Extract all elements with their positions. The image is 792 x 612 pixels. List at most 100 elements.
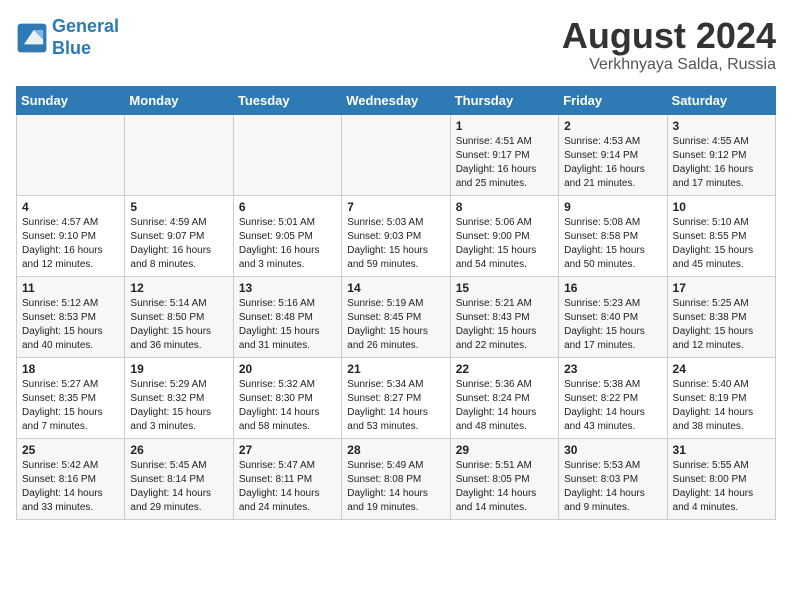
day-header-thursday: Thursday	[450, 86, 558, 114]
day-number: 4	[22, 200, 119, 214]
day-number: 23	[564, 362, 661, 376]
day-content: Sunrise: 5:42 AM Sunset: 8:16 PM Dayligh…	[22, 459, 119, 515]
day-number: 6	[239, 200, 336, 214]
calendar-cell: 7 Sunrise: 5:03 AM Sunset: 9:03 PM Daylig…	[342, 195, 450, 276]
day-content: Sunrise: 5:25 AM Sunset: 8:38 PM Dayligh…	[673, 297, 770, 353]
day-content: Sunrise: 5:49 AM Sunset: 8:08 PM Dayligh…	[347, 459, 444, 515]
day-number: 3	[673, 119, 770, 133]
day-number: 16	[564, 281, 661, 295]
calendar-cell: 8 Sunrise: 5:06 AM Sunset: 9:00 PM Daylig…	[450, 195, 558, 276]
day-content: Sunrise: 5:19 AM Sunset: 8:45 PM Dayligh…	[347, 297, 444, 353]
day-content: Sunrise: 5:03 AM Sunset: 9:03 PM Dayligh…	[347, 216, 444, 272]
day-number: 17	[673, 281, 770, 295]
day-content: Sunrise: 4:53 AM Sunset: 9:14 PM Dayligh…	[564, 135, 661, 191]
calendar-cell	[233, 114, 341, 195]
day-number: 8	[456, 200, 553, 214]
calendar-cell: 3 Sunrise: 4:55 AM Sunset: 9:12 PM Daylig…	[667, 114, 775, 195]
calendar-cell: 6 Sunrise: 5:01 AM Sunset: 9:05 PM Daylig…	[233, 195, 341, 276]
calendar-cell: 10 Sunrise: 5:10 AM Sunset: 8:55 PM Dayli…	[667, 195, 775, 276]
logo: General Blue	[16, 16, 119, 59]
calendar-week-3: 18 Sunrise: 5:27 AM Sunset: 8:35 PM Dayli…	[17, 357, 776, 438]
day-number: 28	[347, 443, 444, 457]
calendar-cell: 21 Sunrise: 5:34 AM Sunset: 8:27 PM Dayli…	[342, 357, 450, 438]
day-number: 7	[347, 200, 444, 214]
day-number: 25	[22, 443, 119, 457]
calendar-cell: 26 Sunrise: 5:45 AM Sunset: 8:14 PM Dayli…	[125, 438, 233, 519]
day-content: Sunrise: 5:23 AM Sunset: 8:40 PM Dayligh…	[564, 297, 661, 353]
day-content: Sunrise: 5:16 AM Sunset: 8:48 PM Dayligh…	[239, 297, 336, 353]
calendar-cell: 9 Sunrise: 5:08 AM Sunset: 8:58 PM Daylig…	[559, 195, 667, 276]
calendar-cell: 4 Sunrise: 4:57 AM Sunset: 9:10 PM Daylig…	[17, 195, 125, 276]
day-content: Sunrise: 5:08 AM Sunset: 8:58 PM Dayligh…	[564, 216, 661, 272]
calendar-week-0: 1 Sunrise: 4:51 AM Sunset: 9:17 PM Daylig…	[17, 114, 776, 195]
day-content: Sunrise: 5:51 AM Sunset: 8:05 PM Dayligh…	[456, 459, 553, 515]
day-content: Sunrise: 5:32 AM Sunset: 8:30 PM Dayligh…	[239, 378, 336, 434]
day-content: Sunrise: 5:10 AM Sunset: 8:55 PM Dayligh…	[673, 216, 770, 272]
calendar-cell: 29 Sunrise: 5:51 AM Sunset: 8:05 PM Dayli…	[450, 438, 558, 519]
day-number: 21	[347, 362, 444, 376]
day-content: Sunrise: 4:55 AM Sunset: 9:12 PM Dayligh…	[673, 135, 770, 191]
calendar-week-1: 4 Sunrise: 4:57 AM Sunset: 9:10 PM Daylig…	[17, 195, 776, 276]
day-content: Sunrise: 4:59 AM Sunset: 9:07 PM Dayligh…	[130, 216, 227, 272]
day-number: 11	[22, 281, 119, 295]
calendar-cell: 15Sunrise: 5:21 AM Sunset: 8:43 PM Dayli…	[450, 276, 558, 357]
calendar-cell	[125, 114, 233, 195]
day-number: 26	[130, 443, 227, 457]
calendar-cell: 27 Sunrise: 5:47 AM Sunset: 8:11 PM Dayli…	[233, 438, 341, 519]
calendar-cell: 24Sunrise: 5:40 AM Sunset: 8:19 PM Dayli…	[667, 357, 775, 438]
day-number: 20	[239, 362, 336, 376]
day-number: 31	[673, 443, 770, 457]
calendar-week-2: 11Sunrise: 5:12 AM Sunset: 8:53 PM Dayli…	[17, 276, 776, 357]
day-header-friday: Friday	[559, 86, 667, 114]
day-number: 15	[456, 281, 553, 295]
day-header-monday: Monday	[125, 86, 233, 114]
day-number: 13	[239, 281, 336, 295]
day-content: Sunrise: 5:34 AM Sunset: 8:27 PM Dayligh…	[347, 378, 444, 434]
calendar-cell: 30 Sunrise: 5:53 AM Sunset: 8:03 PM Dayli…	[559, 438, 667, 519]
day-content: Sunrise: 5:01 AM Sunset: 9:05 PM Dayligh…	[239, 216, 336, 272]
calendar-cell: 5Sunrise: 4:59 AM Sunset: 9:07 PM Daylig…	[125, 195, 233, 276]
day-number: 29	[456, 443, 553, 457]
day-number: 10	[673, 200, 770, 214]
day-number: 19	[130, 362, 227, 376]
day-header-sunday: Sunday	[17, 86, 125, 114]
day-header-wednesday: Wednesday	[342, 86, 450, 114]
calendar-cell: 1 Sunrise: 4:51 AM Sunset: 9:17 PM Daylig…	[450, 114, 558, 195]
calendar-cell: 13 Sunrise: 5:16 AM Sunset: 8:48 PM Dayli…	[233, 276, 341, 357]
calendar-cell: 20 Sunrise: 5:32 AM Sunset: 8:30 PM Dayli…	[233, 357, 341, 438]
logo-icon	[16, 22, 48, 54]
calendar-cell: 11Sunrise: 5:12 AM Sunset: 8:53 PM Dayli…	[17, 276, 125, 357]
day-number: 22	[456, 362, 553, 376]
calendar-week-4: 25 Sunrise: 5:42 AM Sunset: 8:16 PM Dayli…	[17, 438, 776, 519]
calendar-cell: 25 Sunrise: 5:42 AM Sunset: 8:16 PM Dayli…	[17, 438, 125, 519]
day-number: 9	[564, 200, 661, 214]
day-content: Sunrise: 5:53 AM Sunset: 8:03 PM Dayligh…	[564, 459, 661, 515]
day-number: 24	[673, 362, 770, 376]
calendar-cell	[342, 114, 450, 195]
calendar-cell: 31Sunrise: 5:55 AM Sunset: 8:00 PM Dayli…	[667, 438, 775, 519]
day-number: 27	[239, 443, 336, 457]
calendar-cell: 17 Sunrise: 5:25 AM Sunset: 8:38 PM Dayli…	[667, 276, 775, 357]
day-header-saturday: Saturday	[667, 86, 775, 114]
day-content: Sunrise: 5:29 AM Sunset: 8:32 PM Dayligh…	[130, 378, 227, 434]
calendar-cell: 19 Sunrise: 5:29 AM Sunset: 8:32 PM Dayli…	[125, 357, 233, 438]
calendar-cell: 16 Sunrise: 5:23 AM Sunset: 8:40 PM Dayli…	[559, 276, 667, 357]
calendar-cell	[17, 114, 125, 195]
calendar-table: SundayMondayTuesdayWednesdayThursdayFrid…	[16, 86, 776, 520]
day-number: 30	[564, 443, 661, 457]
day-content: Sunrise: 5:36 AM Sunset: 8:24 PM Dayligh…	[456, 378, 553, 434]
day-content: Sunrise: 5:06 AM Sunset: 9:00 PM Dayligh…	[456, 216, 553, 272]
day-content: Sunrise: 5:27 AM Sunset: 8:35 PM Dayligh…	[22, 378, 119, 434]
calendar-cell: 14 Sunrise: 5:19 AM Sunset: 8:45 PM Dayli…	[342, 276, 450, 357]
day-content: Sunrise: 4:57 AM Sunset: 9:10 PM Dayligh…	[22, 216, 119, 272]
calendar-body: 1 Sunrise: 4:51 AM Sunset: 9:17 PM Daylig…	[17, 114, 776, 519]
day-content: Sunrise: 4:51 AM Sunset: 9:17 PM Dayligh…	[456, 135, 553, 191]
location: Verkhnyaya Salda, Russia	[562, 56, 776, 74]
day-number: 14	[347, 281, 444, 295]
calendar-cell: 28 Sunrise: 5:49 AM Sunset: 8:08 PM Dayli…	[342, 438, 450, 519]
day-number: 18	[22, 362, 119, 376]
day-content: Sunrise: 5:47 AM Sunset: 8:11 PM Dayligh…	[239, 459, 336, 515]
day-header-tuesday: Tuesday	[233, 86, 341, 114]
day-number: 1	[456, 119, 553, 133]
day-content: Sunrise: 5:45 AM Sunset: 8:14 PM Dayligh…	[130, 459, 227, 515]
